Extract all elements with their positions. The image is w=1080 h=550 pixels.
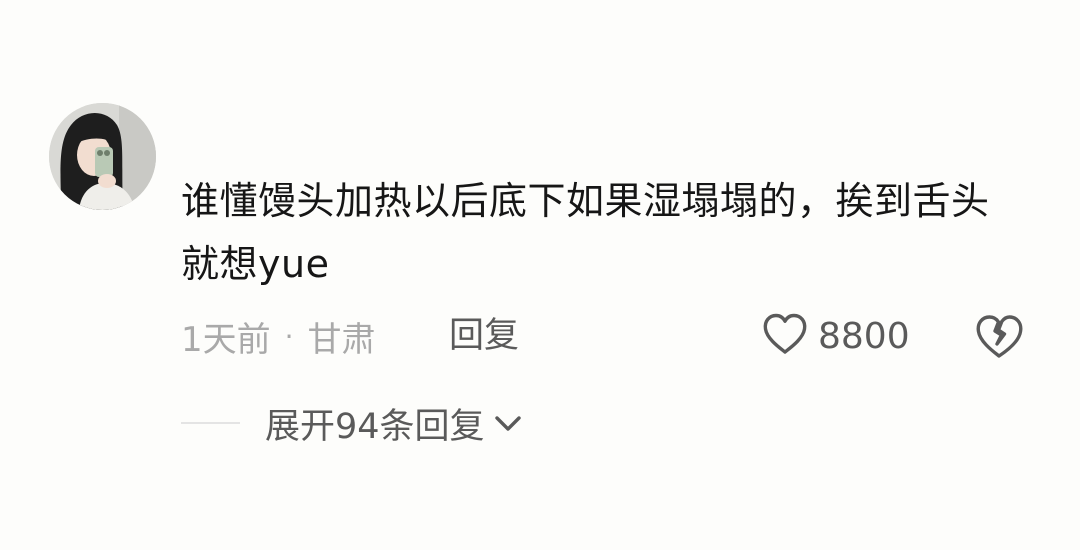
broken-heart-icon xyxy=(974,315,1024,364)
like-count: 8800 xyxy=(818,315,910,357)
comment-location: 甘肃 xyxy=(307,319,376,360)
expand-replies-label: 展开94条回复 xyxy=(265,406,485,447)
comment-text: 谁懂馒头加热以后底下如果湿塌塌的，挨到舌头就想yue xyxy=(181,179,990,286)
dislike-button[interactable] xyxy=(974,312,1024,360)
chevron-down-icon xyxy=(493,412,523,434)
avatar[interactable] xyxy=(49,103,156,210)
reply-button[interactable]: 回复 xyxy=(449,314,519,358)
comment-time: 1天前 xyxy=(181,319,271,360)
heart-outline-icon xyxy=(762,312,808,360)
comment-item: 谁懂馒头加热以后底下如果湿塌塌的，挨到舌头就想yue 1天前 · 甘肃 回复 8… xyxy=(0,0,1080,550)
expand-replies-button[interactable]: 展开94条回复 xyxy=(181,400,523,447)
meta-separator: · xyxy=(284,319,294,353)
avatar-image xyxy=(49,103,156,210)
divider-line xyxy=(181,422,240,424)
comment-meta: 1天前 · 甘肃 xyxy=(181,314,376,360)
like-button[interactable]: 8800 xyxy=(762,312,910,360)
